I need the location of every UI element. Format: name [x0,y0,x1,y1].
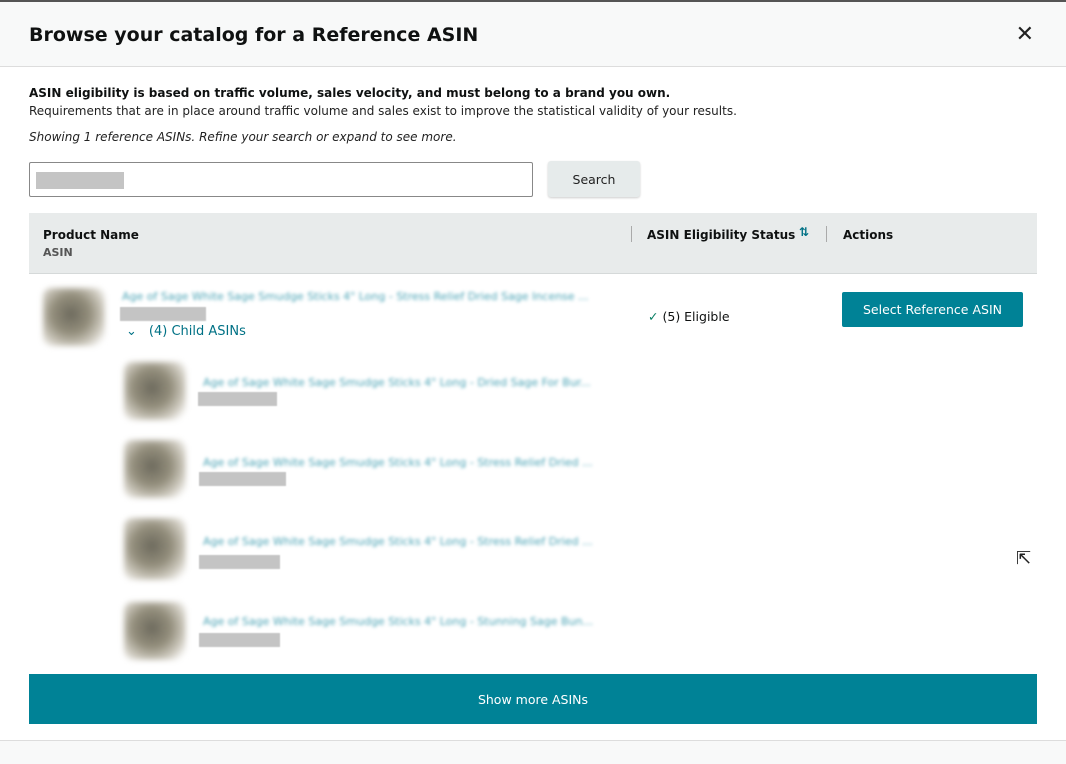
redacted-asin [199,472,286,486]
redacted-asin [199,633,280,647]
chevron-down-icon: ⌄ [126,324,137,339]
search-button[interactable]: Search [548,161,640,197]
eligibility-status: ✓ (5) Eligible [648,309,730,324]
redacted-asin [199,555,280,569]
child-thumbnail [124,362,186,420]
child-thumbnail [124,518,186,580]
header-actions: Actions [843,228,894,242]
redacted-search-value [36,172,124,189]
status-text: (5) Eligible [662,309,730,324]
showing-note: Showing 1 reference ASINs. Refine your s… [29,130,457,144]
select-reference-asin-button[interactable]: Select Reference ASIN [842,292,1023,327]
header-asin: ASIN [43,246,73,259]
modal-header: Browse your catalog for a Reference ASIN… [0,2,1066,67]
sort-icon[interactable]: ⇅ [799,225,809,239]
child-asins-label: (4) Child ASINs [148,324,246,339]
child-thumbnail [124,602,186,660]
child-name-link[interactable]: Age of Sage White Sage Smudge Sticks 4" … [203,376,623,389]
divider [826,226,827,242]
header-product-name: Product Name [43,228,139,242]
check-icon: ✓ [648,309,659,324]
redacted-asin [198,392,277,406]
requirements-note: Requirements that are in place around tr… [29,104,737,118]
child-name-link[interactable]: Age of Sage White Sage Smudge Sticks 4" … [203,535,623,548]
child-thumbnail [124,440,186,498]
search-input[interactable] [29,162,533,197]
product-name-link[interactable]: Age of Sage White Sage Smudge Sticks 4" … [122,290,622,303]
close-icon[interactable]: ✕ [1016,22,1034,47]
child-name-link[interactable]: Age of Sage White Sage Smudge Sticks 4" … [203,456,623,469]
product-thumbnail [43,288,105,346]
child-name-link[interactable]: Age of Sage White Sage Smudge Sticks 4" … [203,615,623,628]
table-header: Product Name ASIN ASIN Eligibility Statu… [29,213,1037,274]
redacted-asin [120,307,206,321]
modal-footer [0,740,1066,764]
modal-title: Browse your catalog for a Reference ASIN [29,24,479,46]
child-asins-toggle[interactable]: ⌄ (4) Child ASINs [126,324,246,339]
header-eligibility-status[interactable]: ASIN Eligibility Status [647,228,795,242]
eligibility-note: ASIN eligibility is based on traffic vol… [29,86,671,100]
divider [631,226,632,242]
mouse-cursor-icon: ⇱ [1016,548,1032,569]
show-more-asins-button[interactable]: Show more ASINs [29,674,1037,724]
